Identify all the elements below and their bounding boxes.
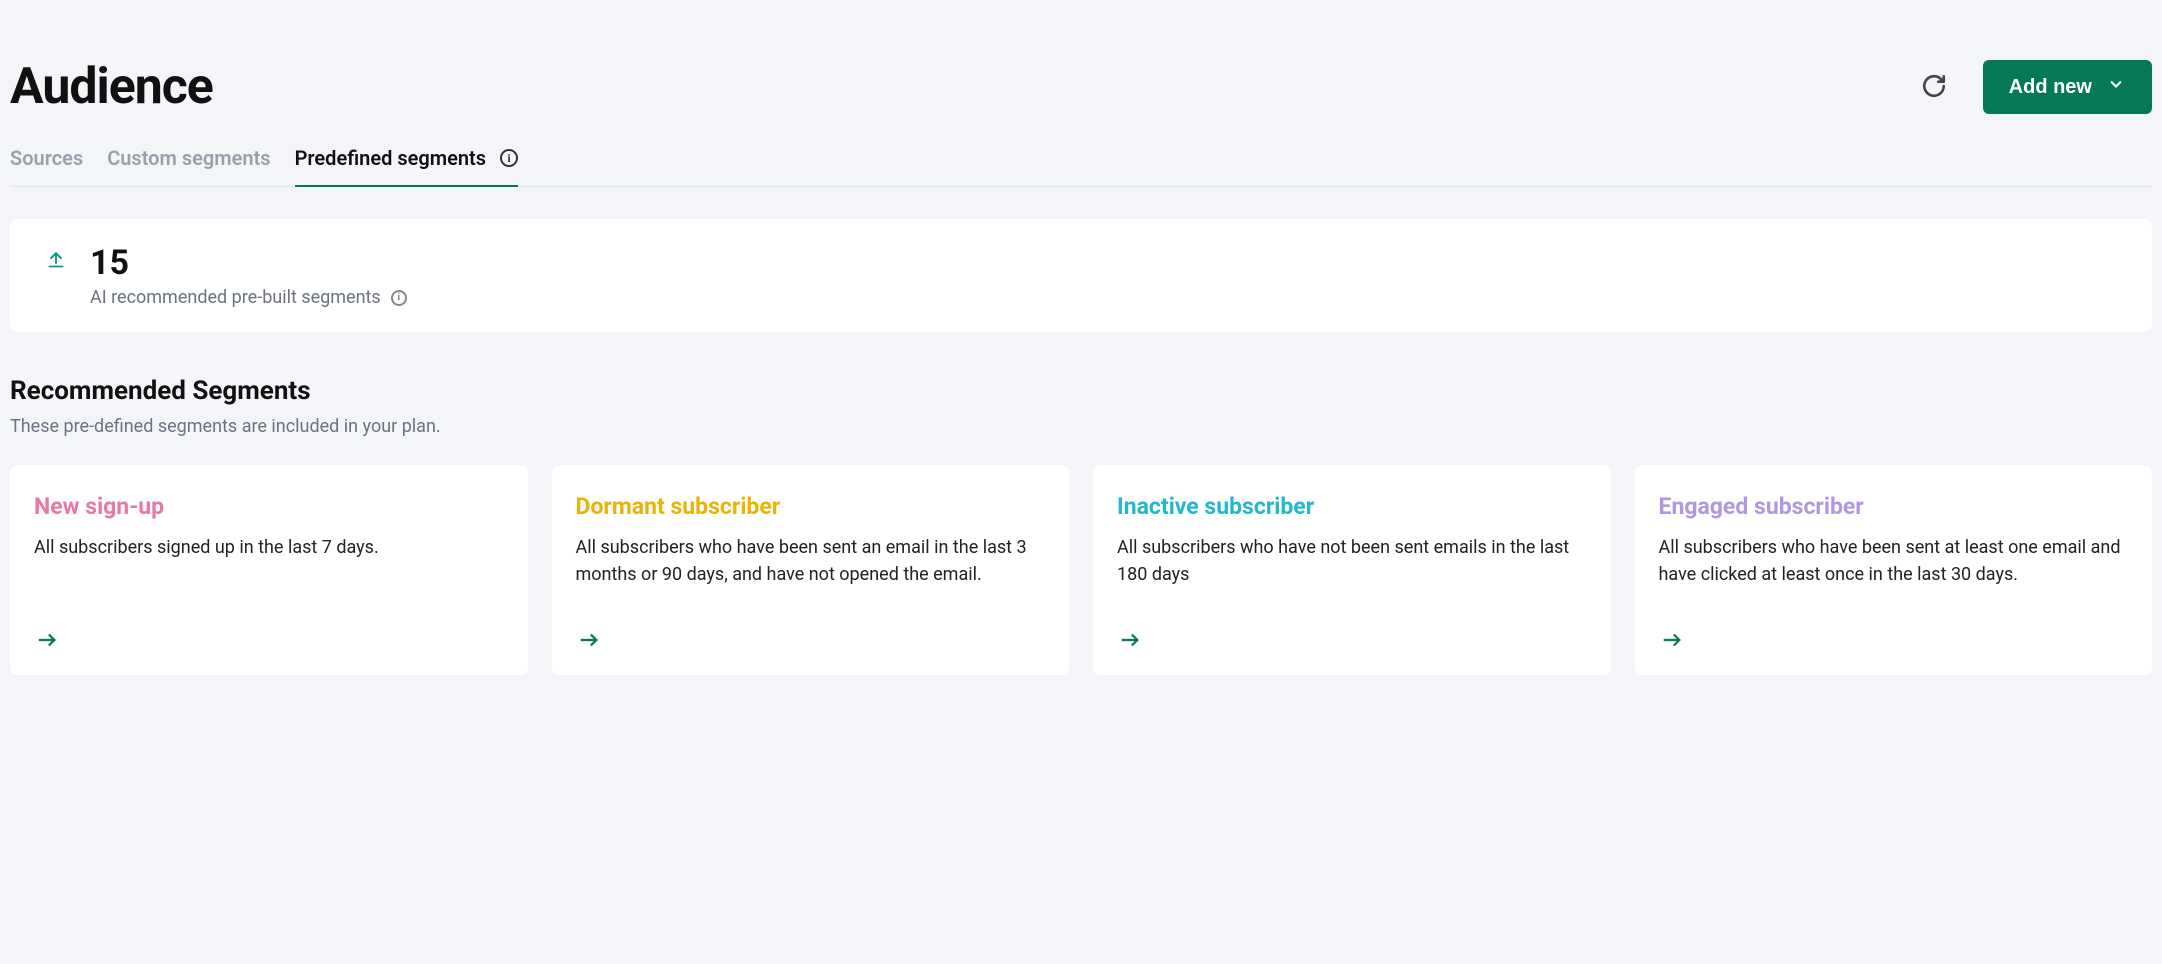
segment-card-title: New sign-up bbox=[34, 493, 504, 520]
add-new-button[interactable]: Add new bbox=[1983, 60, 2152, 114]
tabs: Sources Custom segments Predefined segme… bbox=[10, 146, 2152, 187]
info-icon[interactable]: i bbox=[500, 149, 518, 167]
stats-card: 15 AI recommended pre-built segments i bbox=[10, 219, 2152, 332]
refresh-icon bbox=[1921, 73, 1947, 102]
segment-card-desc: All subscribers who have been sent an em… bbox=[576, 534, 1046, 613]
arrow-right-icon bbox=[1659, 629, 2129, 655]
recommended-title: Recommended Segments bbox=[10, 376, 2152, 406]
info-icon[interactable]: i bbox=[391, 290, 407, 306]
add-new-label: Add new bbox=[2009, 76, 2092, 99]
page-header: Audience Add new bbox=[10, 10, 2152, 146]
refresh-button[interactable] bbox=[1915, 67, 1953, 108]
segment-card-title: Inactive subscriber bbox=[1117, 493, 1587, 520]
header-actions: Add new bbox=[1915, 60, 2152, 114]
tab-label: Sources bbox=[10, 146, 83, 170]
page-title: Audience bbox=[10, 58, 213, 116]
segment-card-desc: All subscribers who have been sent at le… bbox=[1659, 534, 2129, 613]
tab-label: Predefined segments bbox=[295, 146, 486, 170]
segment-card-title: Dormant subscriber bbox=[576, 493, 1046, 520]
tab-sources[interactable]: Sources bbox=[10, 146, 83, 186]
segment-card-title: Engaged subscriber bbox=[1659, 493, 2129, 520]
segment-cards-row: New sign-up All subscribers signed up in… bbox=[10, 465, 2152, 675]
stats-value: 15 bbox=[90, 243, 407, 283]
segment-card-desc: All subscribers signed up in the last 7 … bbox=[34, 534, 504, 613]
tab-label: Custom segments bbox=[107, 146, 270, 170]
tab-custom-segments[interactable]: Custom segments bbox=[107, 146, 270, 186]
arrow-right-icon bbox=[1117, 629, 1587, 655]
stats-label-row: AI recommended pre-built segments i bbox=[90, 287, 407, 308]
stats-label: AI recommended pre-built segments bbox=[90, 287, 381, 308]
segment-card-inactive-subscriber[interactable]: Inactive subscriber All subscribers who … bbox=[1093, 465, 1611, 675]
upload-icon bbox=[46, 249, 66, 273]
segment-card-dormant-subscriber[interactable]: Dormant subscriber All subscribers who h… bbox=[552, 465, 1070, 675]
stats-content: 15 AI recommended pre-built segments i bbox=[90, 243, 407, 308]
segment-card-new-sign-up[interactable]: New sign-up All subscribers signed up in… bbox=[10, 465, 528, 675]
arrow-right-icon bbox=[34, 629, 504, 655]
segment-card-engaged-subscriber[interactable]: Engaged subscriber All subscribers who h… bbox=[1635, 465, 2153, 675]
segment-card-desc: All subscribers who have not been sent e… bbox=[1117, 534, 1587, 613]
arrow-right-icon bbox=[576, 629, 1046, 655]
recommended-subtitle: These pre-defined segments are included … bbox=[10, 416, 2152, 437]
chevron-down-icon bbox=[2106, 74, 2126, 100]
tab-predefined-segments[interactable]: Predefined segments i bbox=[295, 146, 518, 186]
